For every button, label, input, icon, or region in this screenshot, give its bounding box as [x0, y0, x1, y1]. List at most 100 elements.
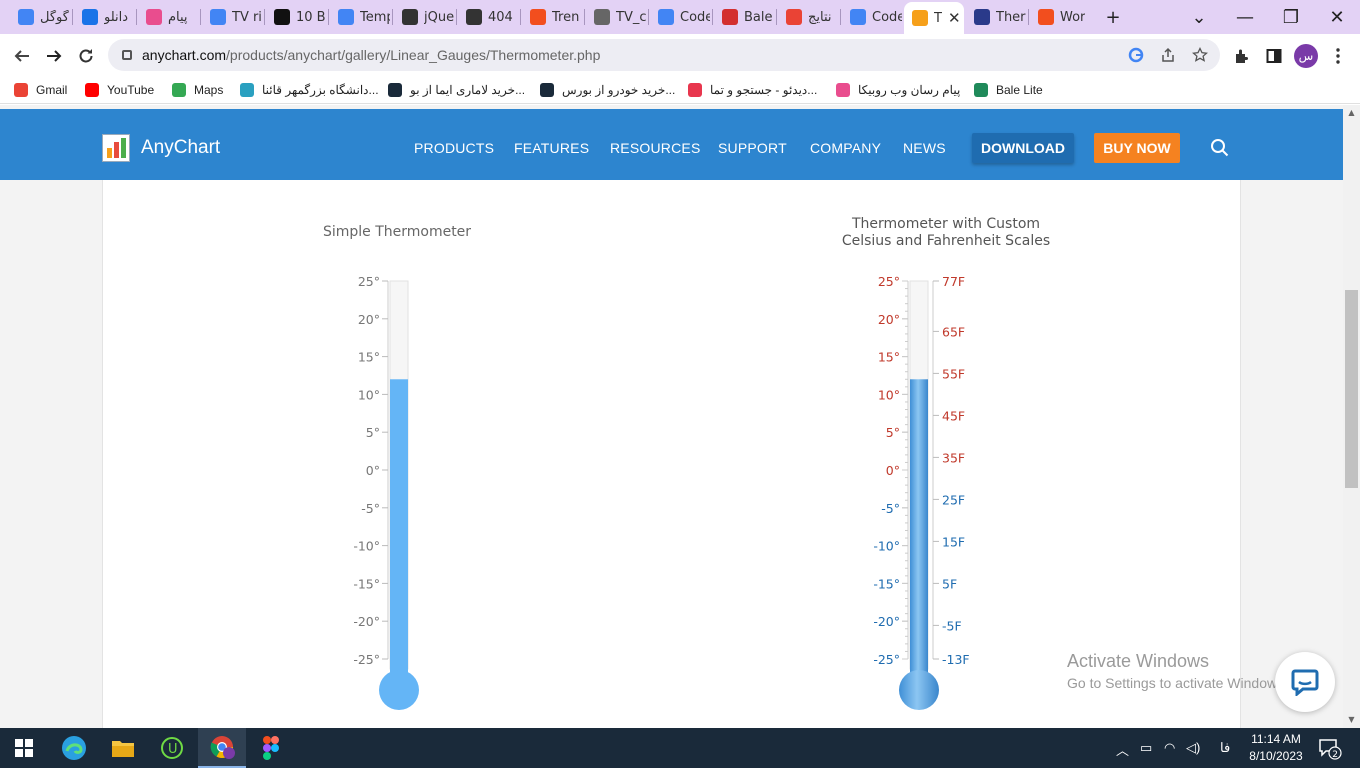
tab-10[interactable]: Code: [650, 4, 710, 30]
tab-14[interactable]: T ✕: [904, 2, 964, 34]
bookmark-1[interactable]: YouTube: [85, 80, 154, 100]
scroll-up-icon[interactable]: ▲: [1343, 105, 1360, 119]
notification-center-button[interactable]: 2: [1318, 738, 1342, 760]
celsius-tick-label: 25°: [878, 274, 900, 289]
bookmark-label: Maps: [194, 83, 224, 97]
bookmark-6[interactable]: دیدئو - جستجو و تما...: [688, 80, 817, 100]
tab-13[interactable]: Code: [842, 4, 902, 30]
tab-1[interactable]: دانلو: [74, 4, 134, 30]
start-button[interactable]: [0, 728, 48, 768]
tab-2[interactable]: پیام: [138, 4, 198, 30]
tab-separator: [328, 9, 329, 25]
fahrenheit-tick-label: 35F: [942, 450, 965, 465]
profile-avatar[interactable]: س: [1294, 44, 1318, 68]
bookmark-5[interactable]: خرید خودرو از بورس...: [540, 80, 675, 100]
sidepanel-icon[interactable]: [1262, 44, 1286, 68]
celsius-tick-label: 15°: [878, 350, 900, 365]
upwork-app[interactable]: U: [148, 728, 196, 768]
clock[interactable]: 11:14 AM 8/10/2023: [1248, 731, 1304, 765]
arrow-left-icon: [14, 50, 29, 62]
tab-6[interactable]: jQue: [394, 4, 454, 30]
celsius-tick-label: 25°: [358, 274, 380, 289]
language-indicator[interactable]: فا: [1220, 740, 1230, 756]
s-logo-icon: [82, 9, 98, 25]
tab-label: Wor: [1060, 9, 1086, 25]
celsius-tick-label: 10°: [358, 387, 380, 402]
swirl-icon: [466, 9, 482, 25]
restore-icon[interactable]: ❐: [1277, 4, 1305, 30]
edge-app[interactable]: [50, 728, 98, 768]
bookmark-4[interactable]: خرید لاماری ایما از بو...: [388, 80, 525, 100]
back-button[interactable]: [8, 42, 36, 70]
tab-8[interactable]: Tren: [522, 4, 582, 30]
bookmark-label: دیدئو - جستجو و تما...: [710, 83, 818, 97]
bb-icon: [274, 9, 290, 25]
tab-9[interactable]: TV_c: [586, 4, 646, 30]
windows-taskbar: U ︿ ▭ ◠ ◁) فا 11:14 AM 8/10/2023 2: [0, 728, 1360, 768]
close-window-icon[interactable]: ✕: [1323, 4, 1351, 30]
page-scrollbar[interactable]: ▲ ▼: [1343, 105, 1360, 728]
tab-label: Ther: [996, 9, 1026, 25]
fahrenheit-tick-label: 15F: [942, 534, 965, 549]
tab-3[interactable]: TV ri: [202, 4, 262, 30]
tab-16[interactable]: Wor: [1030, 4, 1090, 30]
reload-button[interactable]: [72, 42, 100, 70]
h-logo-icon: [974, 9, 990, 25]
volume-icon[interactable]: ◁): [1186, 740, 1200, 756]
tab-4[interactable]: 10 B: [266, 4, 326, 30]
minimize-icon[interactable]: —: [1231, 4, 1259, 30]
scroll-down-icon[interactable]: ▼: [1343, 712, 1360, 726]
thermometer-bulb: [899, 670, 939, 710]
bookmark-0[interactable]: Gmail: [14, 80, 67, 100]
url-text: anychart.com/products/anychart/gallery/L…: [142, 47, 600, 63]
globe-icon: [594, 9, 610, 25]
bale-icon: [722, 9, 738, 25]
new-tab-button[interactable]: +: [1099, 4, 1127, 30]
tab-close-icon[interactable]: ✕: [948, 9, 961, 27]
bookmark-label: خرید خودرو از بورس...: [562, 83, 676, 97]
celsius-tick-label: 5°: [886, 425, 900, 440]
notification-icon: 2: [1319, 739, 1342, 760]
bookmark-3[interactable]: دانشگاه بزرگمهر قائنا...: [240, 80, 379, 100]
tab-11[interactable]: Bale: [714, 4, 774, 30]
share-icon[interactable]: [1158, 45, 1178, 65]
tab-5[interactable]: Temp: [330, 4, 390, 30]
extensions-icon[interactable]: [1230, 44, 1254, 68]
figma-app[interactable]: [247, 728, 295, 768]
chat-button[interactable]: [1275, 652, 1335, 712]
celsius-tick-label: 0°: [366, 463, 380, 478]
svg-text:U: U: [168, 742, 178, 757]
rubika-icon: [836, 83, 850, 97]
web-page: AnyChart PRODUCTS FEATURES RESOURCES SUP…: [0, 105, 1343, 728]
tab-separator: [264, 9, 265, 25]
tray-overflow-icon[interactable]: ︿: [1116, 740, 1129, 759]
anychart-icon: [912, 10, 928, 26]
scroll-thumb[interactable]: [1345, 290, 1358, 488]
celsius-tick-label: -15°: [353, 576, 380, 591]
tab-search-icon[interactable]: ⌄: [1185, 4, 1213, 30]
figma-icon: [530, 9, 546, 25]
menu-kebab-icon[interactable]: [1326, 44, 1350, 68]
celsius-tick-label: -20°: [873, 614, 900, 629]
wifi-icon[interactable]: ◠: [1164, 740, 1175, 756]
forward-button[interactable]: [40, 42, 68, 70]
tab-15[interactable]: Ther: [966, 4, 1026, 30]
tab-0[interactable]: گوگل: [10, 4, 70, 30]
bookmark-label: دانشگاه بزرگمهر قائنا...: [262, 83, 379, 97]
bookmark-7[interactable]: پیام رسان وب روبیکا: [836, 80, 960, 100]
tab-7[interactable]: 404: [458, 4, 518, 30]
battery-icon[interactable]: ▭: [1140, 740, 1152, 756]
file-explorer-app[interactable]: [99, 728, 147, 768]
chrome-app[interactable]: [198, 728, 246, 768]
tab-12[interactable]: نتایج: [778, 4, 838, 30]
url-path: /products/anychart/gallery/Linear_Gauges…: [226, 47, 601, 63]
bale-icon: [974, 83, 988, 97]
bookmark-star-icon[interactable]: [1190, 45, 1210, 65]
upwork-icon: U: [161, 737, 183, 759]
google-lens-icon[interactable]: [1126, 45, 1146, 65]
address-bar[interactable]: anychart.com/products/anychart/gallery/L…: [108, 39, 1220, 71]
bookmark-2[interactable]: Maps: [172, 80, 223, 100]
university-icon: [240, 83, 254, 97]
tab-label: دانلو: [104, 9, 129, 25]
bookmark-8[interactable]: Bale Lite: [974, 80, 1043, 100]
